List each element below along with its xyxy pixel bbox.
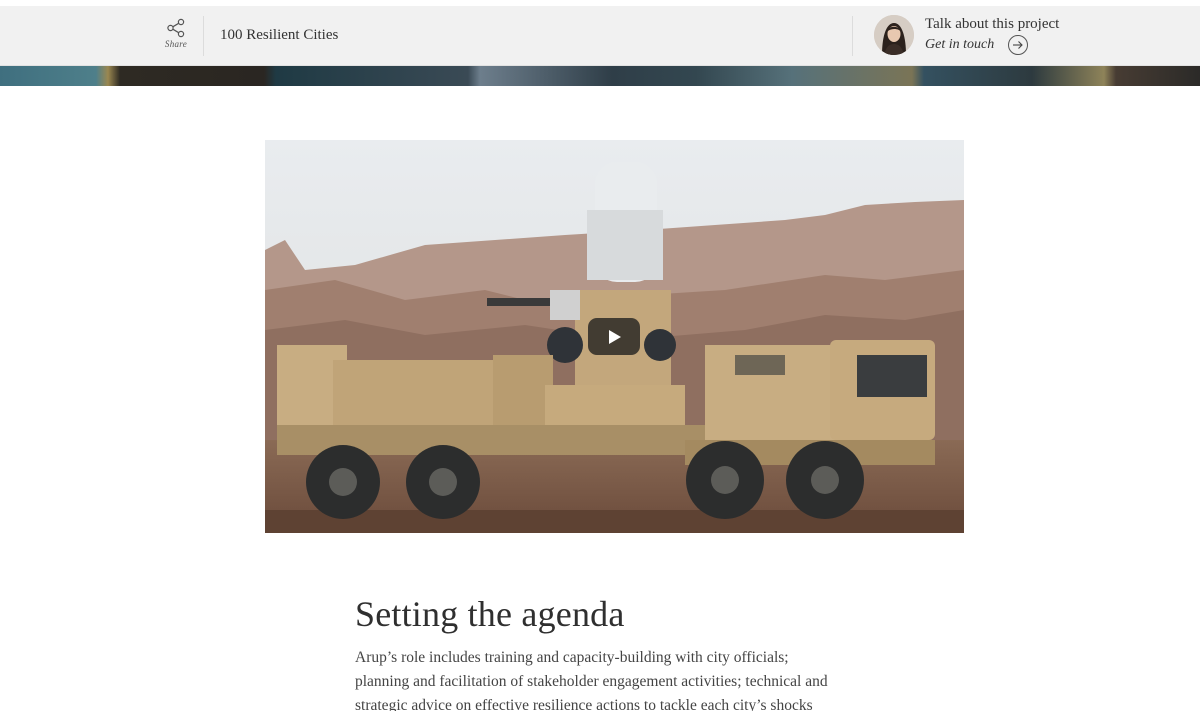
contact-title: Talk about this project <box>925 16 1060 32</box>
arrow-right-circle-icon[interactable] <box>1008 35 1028 55</box>
hero-image-strip <box>0 66 1200 86</box>
section-body: Arup’s role includes training and capaci… <box>355 649 828 711</box>
get-in-touch-link[interactable]: Get in touch <box>925 37 994 53</box>
header-divider <box>203 16 204 56</box>
header-divider <box>852 16 853 56</box>
avatar <box>874 15 914 55</box>
share-label: Share <box>164 39 188 49</box>
video-player[interactable] <box>265 140 964 533</box>
section-heading: Setting the agenda <box>355 594 625 634</box>
share-button[interactable]: Share <box>158 18 194 49</box>
article-section: Setting the agenda Arup’s role includes … <box>355 592 855 711</box>
contact-block: Talk about this project Get in touch <box>874 15 1114 57</box>
project-title: 100 Resilient Cities <box>220 27 339 43</box>
project-header: Share 100 Resilient Cities Talk about th… <box>0 6 1200 66</box>
share-icon <box>158 18 194 38</box>
play-icon[interactable] <box>588 318 640 355</box>
